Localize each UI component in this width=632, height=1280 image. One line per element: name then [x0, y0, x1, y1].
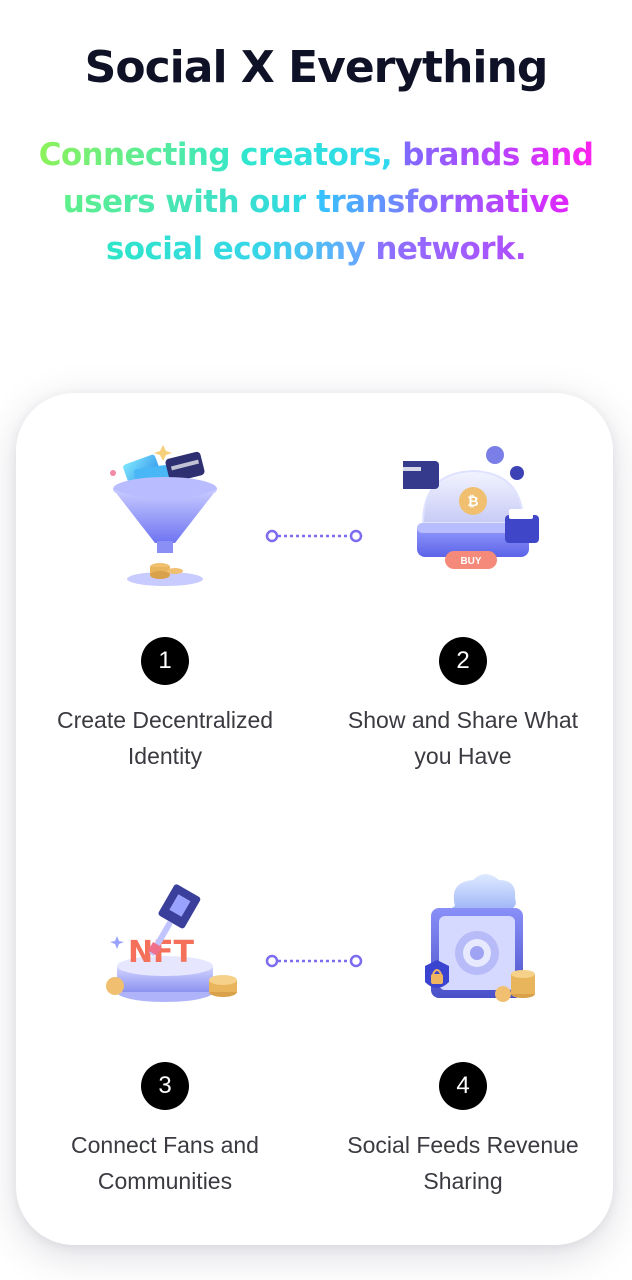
crypto-wallet-buy-icon: ₿ BUY	[397, 443, 539, 583]
step-label-line-2: Sharing	[423, 1168, 503, 1194]
cloud-safe-lock-icon	[403, 870, 535, 1010]
step-number-badge: 2	[439, 637, 487, 685]
subtitle-part-4: transformative	[316, 184, 570, 220]
step-label-line-2: Communities	[97, 1168, 233, 1194]
step-label-line-1: Show and Share What	[347, 707, 579, 733]
step-label-line-2: you Have	[414, 743, 512, 769]
step-label: Social Feeds Revenue Sharing	[314, 1127, 612, 1199]
step-label: Show and Share What you Have	[314, 702, 612, 774]
step-number-badge: 3	[141, 1062, 189, 1110]
funnel-money-icon	[105, 441, 225, 586]
subtitle-part-5: social economy	[105, 231, 366, 267]
steps-card: 1 Create Decentralized Identity ₿ BUY 2 …	[16, 393, 613, 1245]
step-label-line-1: Connect Fans and	[71, 1132, 259, 1158]
subtitle-part-2: brands and	[402, 137, 594, 173]
step-number-badge: 4	[439, 1062, 487, 1110]
svg-text:BUY: BUY	[460, 556, 481, 567]
page-title: Social X Everything	[84, 42, 549, 93]
subtitle-part-3: users with our	[62, 184, 307, 220]
step-label-line-1: Create Decentralized	[56, 707, 274, 733]
page: Social X Everything Connecting creators,…	[0, 0, 632, 1280]
step-number-badge: 1	[141, 637, 189, 685]
step-1: 1 Create Decentralized Identity	[16, 393, 314, 813]
subtitle-part-1: Connecting creators,	[38, 137, 393, 173]
step-label-line-1: Social Feeds Revenue	[347, 1132, 579, 1158]
subtitle-part-6: network.	[375, 231, 527, 267]
step-2: ₿ BUY 2 Show and Share What you Have	[314, 393, 612, 813]
step-label-line-2: Identity	[127, 743, 203, 769]
step-label: Connect Fans and Communities	[16, 1127, 314, 1199]
step-3: NFT 3 Connect Fans and Communities	[16, 818, 314, 1238]
step-label: Create Decentralized Identity	[16, 702, 314, 774]
svg-text:₿: ₿	[467, 494, 478, 510]
page-subtitle: Connecting creators, brands and users wi…	[20, 132, 612, 273]
step-4: 4 Social Feeds Revenue Sharing	[314, 818, 612, 1238]
nft-gavel-icon: NFT	[105, 880, 237, 1020]
